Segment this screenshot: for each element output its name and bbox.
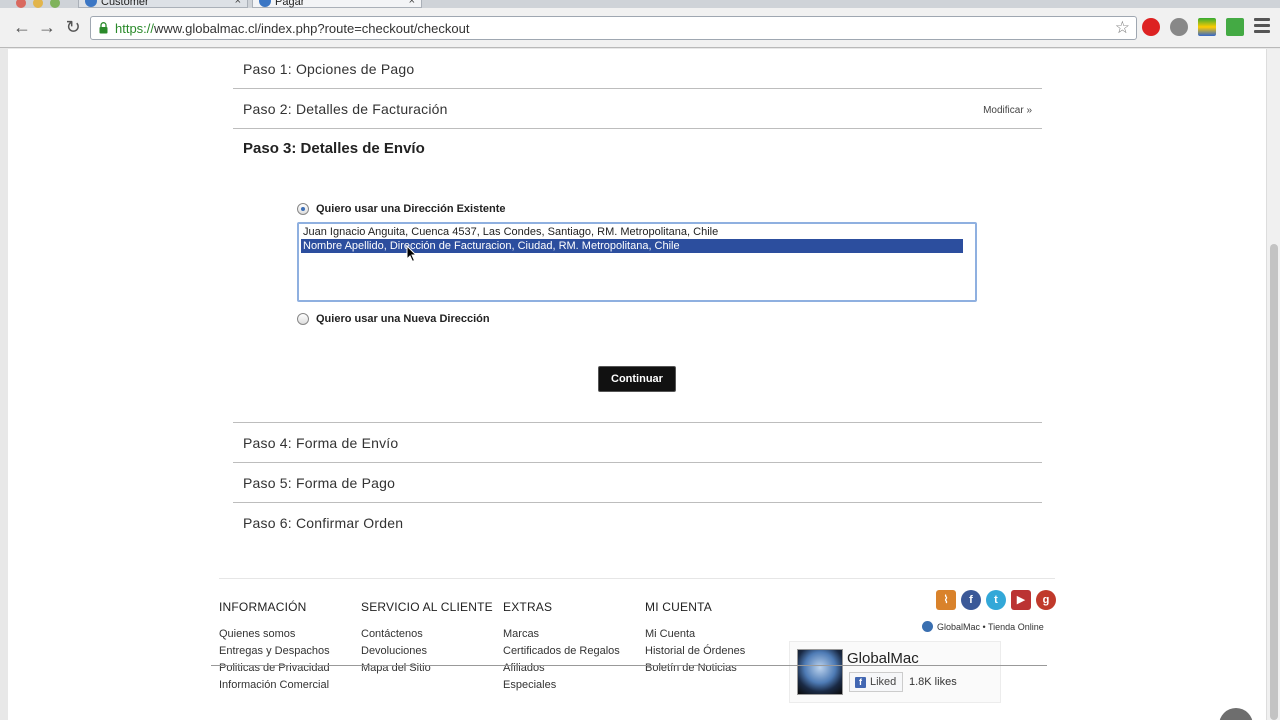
- close-tab-icon[interactable]: ×: [409, 0, 415, 7]
- colorful-extension-icon[interactable]: [1198, 18, 1216, 36]
- audio-extension-icon[interactable]: [1226, 18, 1244, 36]
- footer-link[interactable]: Información Comercial: [219, 679, 330, 691]
- social-icons: ⌇ f t ▶ g: [931, 590, 1056, 610]
- globalmac-logo[interactable]: [797, 649, 843, 695]
- scrollbar-thumb[interactable]: [1270, 244, 1278, 720]
- checkout-panel: Paso 1: Opciones de Pago Paso 2: Detalle…: [233, 49, 1042, 543]
- address-option[interactable]: Juan Ignacio Anguita, Cuenca 4537, Las C…: [301, 225, 963, 239]
- footer-link[interactable]: Historial de Órdenes: [645, 645, 745, 657]
- footer-heading: EXTRAS: [503, 600, 553, 614]
- footer-link[interactable]: Politicas de Privacidad: [219, 662, 330, 674]
- close-tab-icon[interactable]: ×: [235, 0, 241, 7]
- step-title: Paso 1: Opciones de Pago: [243, 61, 415, 77]
- footer-col-account: MI CUENTA Mi Cuenta Historial de Órdenes…: [645, 600, 745, 679]
- footer-link[interactable]: Entregas y Despachos: [219, 645, 330, 657]
- existing-address-option[interactable]: Quiero usar una Dirección Existente: [297, 203, 506, 215]
- footer-heading: SERVICIO AL CLIENTE: [361, 600, 493, 614]
- step-title: Paso 5: Forma de Pago: [243, 475, 396, 491]
- step-title: Paso 6: Confirmar Orden: [243, 515, 404, 531]
- footer-link[interactable]: Marcas: [503, 628, 620, 640]
- step-5[interactable]: Paso 5: Forma de Pago: [233, 463, 1042, 503]
- footer-col-service: SERVICIO AL CLIENTE Contáctenos Devoluci…: [361, 600, 493, 679]
- cloud-extension-icon[interactable]: [1170, 18, 1188, 36]
- window-controls[interactable]: [16, 0, 67, 8]
- fb-liked-button[interactable]: Liked: [849, 672, 904, 692]
- footer-col-extras: EXTRAS Marcas Certificados de Regalos Af…: [503, 600, 620, 696]
- forward-arrow-icon[interactable]: →: [37, 17, 57, 37]
- step-title: Paso 3: Detalles de Envío: [243, 140, 425, 157]
- mouse-cursor-icon: [406, 245, 418, 263]
- step-3: Paso 3: Detalles de Envío Quiero usar un…: [233, 129, 1042, 423]
- store-label[interactable]: GlobalMac • Tienda Online: [922, 621, 1044, 632]
- new-address-label: Quiero usar una Nueva Dirección: [316, 313, 490, 325]
- step-6[interactable]: Paso 6: Confirmar Orden: [233, 503, 1042, 543]
- opera-extension-icon[interactable]: [1142, 18, 1160, 36]
- footer-link[interactable]: Afiliados: [503, 662, 620, 674]
- rss-icon[interactable]: ⌇: [936, 590, 956, 610]
- existing-address-label: Quiero usar una Dirección Existente: [316, 203, 506, 215]
- continue-button[interactable]: Continuar: [598, 366, 676, 392]
- step-title: Paso 2: Detalles de Facturación: [243, 101, 448, 117]
- back-arrow-icon[interactable]: ←: [12, 17, 32, 37]
- twitter-icon[interactable]: t: [986, 590, 1006, 610]
- new-address-radio[interactable]: [297, 313, 309, 325]
- facebook-icon[interactable]: f: [961, 590, 981, 610]
- tab-label: Pagar: [275, 0, 305, 8]
- tab-pagar[interactable]: Pagar ×: [252, 0, 422, 8]
- address-select-list[interactable]: Juan Ignacio Anguita, Cuenca 4537, Las C…: [297, 222, 977, 302]
- site-footer: INFORMACIÓN Quienes somos Entregas y Des…: [219, 578, 1056, 720]
- tab-customer[interactable]: Customer ×: [78, 0, 248, 8]
- modify-link[interactable]: Modificar »: [983, 105, 1032, 116]
- footer-link[interactable]: Mi Cuenta: [645, 628, 745, 640]
- footer-link[interactable]: Certificados de Regalos: [503, 645, 620, 657]
- footer-link[interactable]: Boletín de Noticias: [645, 662, 745, 674]
- browser-toolbar: ← → ↻ https://www.globalmac.cl/index.php…: [0, 8, 1280, 48]
- step-title: Paso 4: Forma de Envío: [243, 435, 399, 451]
- google-plus-icon[interactable]: g: [1036, 590, 1056, 610]
- step-2[interactable]: Paso 2: Detalles de Facturación Modifica…: [233, 89, 1042, 129]
- lock-icon: [99, 22, 108, 34]
- menu-icon[interactable]: [1254, 18, 1270, 34]
- address-bar[interactable]: https://www.globalmac.cl/index.php?route…: [90, 16, 1137, 40]
- footer-link[interactable]: Quienes somos: [219, 628, 330, 640]
- facebook-like-box: GlobalMac Liked 1.8K likes: [789, 641, 1001, 703]
- fb-likes-count: 1.8K likes: [909, 676, 957, 688]
- globe-icon: [922, 621, 933, 632]
- footer-link[interactable]: Devoluciones: [361, 645, 493, 657]
- footer-link[interactable]: Mapa del Sitio: [361, 662, 493, 674]
- footer-heading: MI CUENTA: [645, 600, 712, 614]
- youtube-icon[interactable]: ▶: [1011, 590, 1031, 610]
- reload-icon[interactable]: ↻: [63, 17, 83, 37]
- address-option-selected[interactable]: Nombre Apellido, Dirección de Facturacio…: [301, 239, 963, 253]
- tab-favicon-icon: [85, 0, 97, 7]
- existing-address-radio[interactable]: [297, 203, 309, 215]
- page-content: Paso 1: Opciones de Pago Paso 2: Detalle…: [8, 49, 1266, 720]
- new-address-option[interactable]: Quiero usar una Nueva Dirección: [297, 313, 490, 325]
- tab-label: Customer: [101, 0, 149, 8]
- scrollbar[interactable]: [1266, 49, 1280, 720]
- footer-link[interactable]: Contáctenos: [361, 628, 493, 640]
- tab-strip: Customer × Pagar ×: [0, 0, 1280, 8]
- step-4[interactable]: Paso 4: Forma de Envío: [233, 423, 1042, 463]
- step-1[interactable]: Paso 1: Opciones de Pago: [233, 49, 1042, 89]
- bookmark-star-icon[interactable]: ☆: [1115, 18, 1130, 38]
- footer-heading: INFORMACIÓN: [219, 600, 307, 614]
- footer-link[interactable]: Especiales: [503, 679, 620, 691]
- url-text: https://www.globalmac.cl/index.php?route…: [115, 21, 470, 36]
- tab-favicon-icon: [259, 0, 271, 7]
- footer-divider: [211, 665, 1047, 666]
- footer-col-info: INFORMACIÓN Quienes somos Entregas y Des…: [219, 600, 330, 696]
